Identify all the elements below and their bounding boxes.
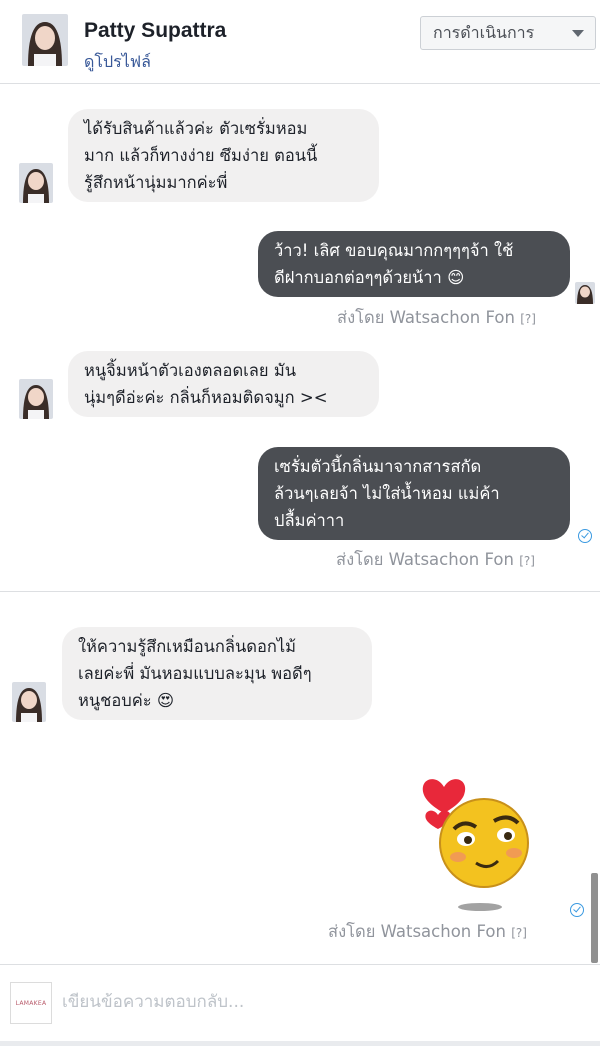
bottom-border (0, 1041, 600, 1046)
love-emoji-sticker (418, 765, 538, 915)
sent-by-text: ส่งโดย Watsachon Fon (337, 308, 515, 327)
sender-avatar[interactable] (19, 379, 53, 419)
sent-by-text: ส่งโดย Watsachon Fon (328, 922, 506, 941)
logo-text: LAMAKEA (15, 999, 47, 1007)
incoming-message: ได้รับสินค้าแล้วค่ะ ตัวเซรั่มหอม มาก แล้… (68, 109, 379, 202)
sent-by-label: ส่งโดย Watsachon Fon [?] (337, 305, 536, 331)
outgoing-message: เซรั่มตัวนี้กลิ่นมาจากสารสกัด ล้วนๆเลยจ้… (258, 447, 570, 540)
contact-avatar[interactable] (22, 14, 68, 66)
reply-input[interactable] (62, 987, 582, 1017)
sent-by-label: ส่งโดย Watsachon Fon [?] (328, 919, 527, 945)
sender-avatar[interactable] (12, 682, 46, 722)
sent-by-text: ส่งโดย Watsachon Fon (336, 550, 514, 569)
page-logo: LAMAKEA (10, 982, 52, 1024)
sender-avatar[interactable] (19, 163, 53, 203)
incoming-message: หนูจิ้มหน้าตัวเองตลอดเลย มัน นุ่มๆดีอ่ะค… (68, 351, 379, 417)
reply-composer: LAMAKEA (0, 964, 600, 1046)
seen-avatar (575, 282, 595, 304)
help-link[interactable]: [?] (520, 312, 536, 326)
seen-check-icon (570, 903, 584, 917)
help-link[interactable]: [?] (519, 554, 535, 568)
thread-divider (0, 591, 600, 592)
seen-check-icon (578, 529, 592, 543)
sent-by-label: ส่งโดย Watsachon Fon [?] (336, 547, 535, 573)
view-profile-link[interactable]: ดูโปรไฟล์ (84, 50, 151, 75)
chevron-down-icon (572, 30, 584, 37)
help-link[interactable]: [?] (511, 926, 527, 940)
contact-name[interactable]: Patty Supattra (84, 19, 226, 43)
actions-dropdown-button[interactable]: การดำเนินการ (420, 16, 596, 50)
scrollbar-thumb[interactable] (591, 873, 598, 963)
outgoing-message: ว้าว! เลิศ ขอบคุณมากกๆๆๆจ้า ใช้ ดีฝากบอก… (258, 231, 570, 297)
incoming-message: ให้ความรู้สึกเหมือนกลิ่นดอกไม้ เลยค่ะพี่… (62, 627, 372, 720)
conversation-header: Patty Supattra ดูโปรไฟล์ การดำเนินการ (0, 0, 600, 84)
actions-label: การดำเนินการ (433, 22, 535, 42)
message-thread[interactable]: ได้รับสินค้าแล้วค่ะ ตัวเซรั่มหอม มาก แล้… (0, 85, 600, 963)
